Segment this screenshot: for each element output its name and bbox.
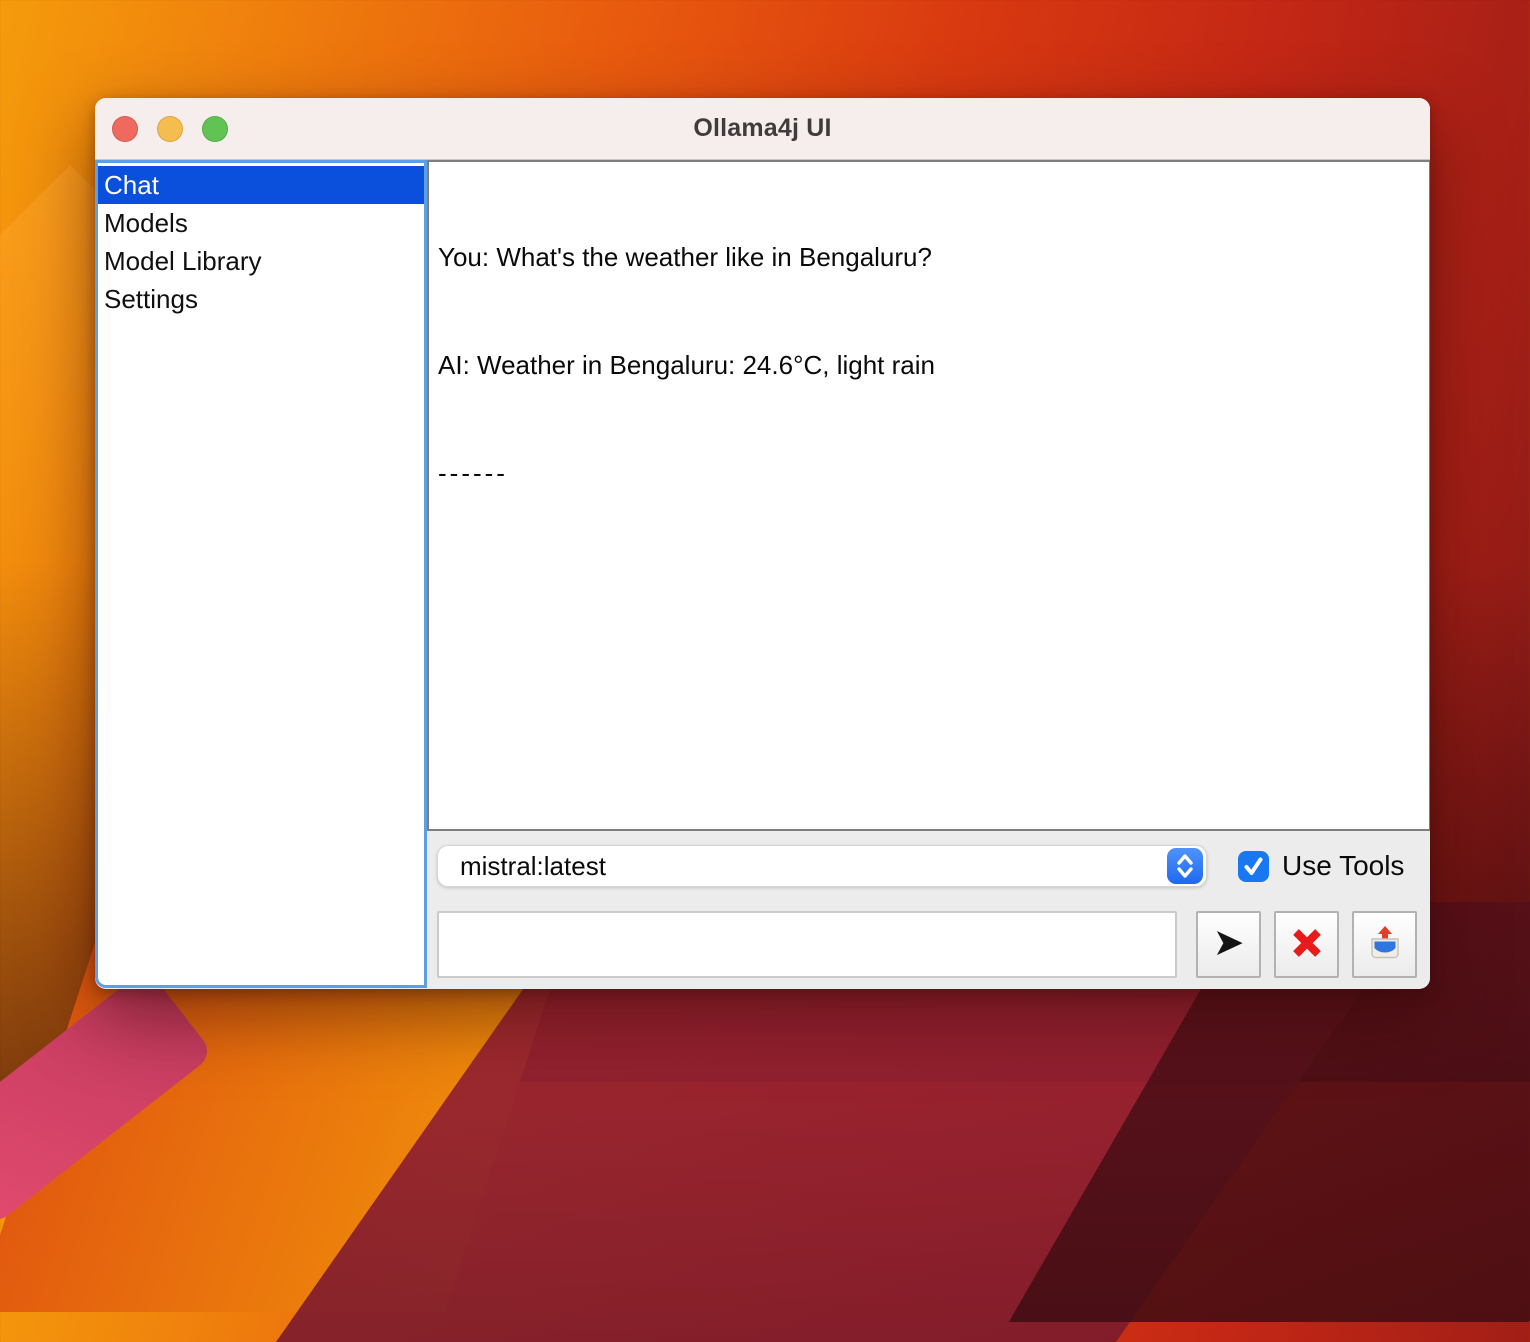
- app-window: Ollama4j UI Chat Models Model Library Se…: [95, 98, 1430, 989]
- outbox-tray-icon: [1365, 923, 1405, 966]
- send-arrow-icon: ➤: [1213, 924, 1245, 962]
- sidebar-item-chat[interactable]: Chat: [98, 166, 424, 204]
- sidebar-item-settings[interactable]: Settings: [98, 280, 424, 318]
- chat-ai-message: AI: Weather in Bengaluru: 24.6°C, light …: [438, 347, 1420, 383]
- minimize-button[interactable]: [157, 116, 183, 142]
- chevron-up-down-icon[interactable]: [1167, 848, 1203, 884]
- sidebar-item-models[interactable]: Models: [98, 204, 424, 242]
- close-button[interactable]: [112, 116, 138, 142]
- window-content: Chat Models Model Library Settings You: …: [95, 160, 1430, 988]
- zoom-button[interactable]: [202, 116, 228, 142]
- use-tools-checkbox[interactable]: Use Tools: [1238, 850, 1404, 882]
- input-row: ➤: [437, 911, 1417, 978]
- clear-button[interactable]: [1274, 911, 1339, 978]
- model-row: mistral:latest: [437, 845, 1404, 887]
- traffic-lights: [112, 98, 228, 159]
- model-select[interactable]: mistral:latest: [437, 845, 1207, 887]
- send-button[interactable]: ➤: [1196, 911, 1261, 978]
- main-panel: You: What's the weather like in Bengalur…: [427, 160, 1430, 988]
- use-tools-label: Use Tools: [1282, 850, 1404, 882]
- model-select-value: mistral:latest: [460, 851, 1167, 882]
- sidebar-item-model-library[interactable]: Model Library: [98, 242, 424, 280]
- chat-transcript: You: What's the weather like in Bengalur…: [427, 160, 1430, 831]
- window-titlebar[interactable]: Ollama4j UI: [95, 98, 1430, 160]
- composer-panel: mistral:latest: [427, 831, 1430, 988]
- chat-separator: ------: [438, 455, 1420, 491]
- message-input[interactable]: [437, 911, 1177, 978]
- checkbox-checked-icon: [1238, 851, 1269, 882]
- upload-button[interactable]: [1352, 911, 1417, 978]
- sidebar-nav: Chat Models Model Library Settings: [95, 160, 427, 988]
- window-title: Ollama4j UI: [95, 114, 1430, 143]
- clear-x-icon: [1288, 924, 1326, 965]
- chat-user-message: You: What's the weather like in Bengalur…: [438, 239, 1420, 275]
